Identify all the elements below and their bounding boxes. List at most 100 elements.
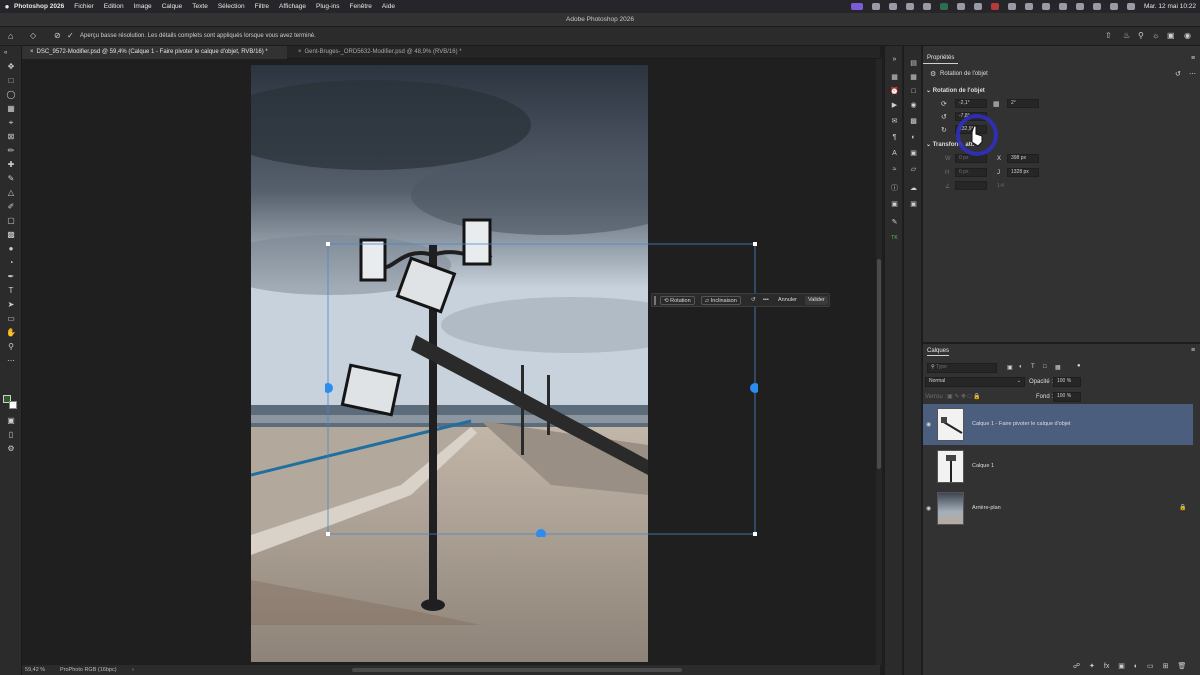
filter-toggle-icon[interactable]: ● <box>1077 363 1081 369</box>
search-icon[interactable]: ⚲ <box>1138 31 1144 40</box>
paragraph-icon[interactable]: ¶ <box>890 134 899 142</box>
menu-filtre[interactable]: Filtre <box>255 3 269 10</box>
visibility-eye-icon[interactable]: ◉ <box>926 505 931 512</box>
commit-check-icon[interactable]: ✓ <box>67 31 74 40</box>
filter-adjust-icon[interactable]: ◐ <box>1019 364 1023 370</box>
crop-tool-icon[interactable]: ⌖ <box>5 118 17 128</box>
edit-toolbar-icon[interactable]: ⚙ <box>5 444 17 454</box>
tray-icon-1[interactable] <box>871 3 880 10</box>
clock[interactable]: Mar. 12 mai 10:22 <box>1144 3 1196 10</box>
add-mask-icon[interactable]: ▣ <box>1118 663 1125 670</box>
history-icon[interactable]: ⏰ <box>890 88 899 96</box>
comments-icon[interactable]: ✉ <box>890 118 899 126</box>
strip-collapse-icon[interactable]: » <box>890 56 899 64</box>
adjustment-layer-icon[interactable]: ◐ <box>1134 663 1138 670</box>
toolbar-collapse-icon[interactable]: « <box>4 50 7 56</box>
menu-selection[interactable]: Sélection <box>218 3 245 10</box>
menu-fenetre[interactable]: Fenêtre <box>350 3 372 10</box>
filter-smart-icon[interactable]: ▦ <box>1055 364 1061 371</box>
filter-pixel-icon[interactable]: ▣ <box>1007 364 1013 371</box>
info-icon[interactable]: ⓘ <box>890 185 899 193</box>
paths-icon[interactable]: ▱ <box>909 166 918 174</box>
tool-preset-icon[interactable]: ◇ <box>30 31 36 40</box>
zoom-level[interactable]: 59,42 % <box>25 665 45 675</box>
history-brush-tool-icon[interactable]: ✐ <box>5 202 17 212</box>
background-color-swatch[interactable] <box>9 401 17 409</box>
angle-field[interactable] <box>955 181 987 190</box>
tray-icon-11[interactable] <box>1041 3 1050 10</box>
screen-share-icon[interactable] <box>850 3 863 10</box>
tray-icon-7[interactable] <box>973 3 982 10</box>
spotlight-icon[interactable] <box>1109 3 1118 10</box>
rotation-field-1[interactable]: -2,1° <box>955 99 987 108</box>
brush-tool-icon[interactable]: ✎ <box>5 174 17 184</box>
transform-bounding-box[interactable] <box>325 241 758 537</box>
blur-tool-icon[interactable]: ● <box>5 244 17 254</box>
eyedropper-tool-icon[interactable]: ✏ <box>5 146 17 156</box>
tab-dsc-9572[interactable]: × DSC_9572-Modifier.psd @ 59,4% (Calque 1… <box>22 46 287 59</box>
gradient-tool-icon[interactable]: ▩ <box>5 230 17 240</box>
menu-texte[interactable]: Texte <box>192 3 208 10</box>
lock-icons[interactable]: ▣ ✎ ✥ □ 🔒 <box>947 393 981 400</box>
panel-menu-icon[interactable]: ≡ <box>1191 55 1195 62</box>
app-menu[interactable]: Photoshop 2026 <box>14 3 64 10</box>
ai-generate-icon[interactable]: ✦ <box>1089 663 1095 670</box>
close-tab-icon[interactable]: × <box>30 49 34 55</box>
zoom-tool-icon[interactable]: ⚲ <box>5 342 17 352</box>
tab-gent-bruges[interactable]: × Gent-Bruges-_ORD5632-Modifier.psd @ 48,… <box>290 46 500 59</box>
battery-icon[interactable] <box>1075 3 1084 10</box>
status-arrow-icon[interactable]: › <box>132 665 134 675</box>
type-tool-icon[interactable]: T <box>5 286 17 296</box>
more-options-icon[interactable]: ••• <box>760 296 772 305</box>
annuler-button[interactable]: Annuler <box>775 296 800 305</box>
tray-icon-2[interactable] <box>888 3 897 10</box>
lasso-tool-icon[interactable]: ◯ <box>5 90 17 100</box>
brushes-icon[interactable]: ≈ <box>890 166 899 174</box>
clone-stamp-tool-icon[interactable]: △ <box>5 188 17 198</box>
canvas-vertical-scrollbar[interactable] <box>876 59 882 665</box>
fill-field[interactable]: 100 % <box>1053 392 1081 402</box>
tray-icon-5[interactable] <box>939 3 948 10</box>
menu-plugins[interactable]: Plug-ins <box>316 3 339 10</box>
blend-mode-select[interactable]: Normal ⌄ <box>925 377 1025 387</box>
layers-menu-icon[interactable]: ≡ <box>1191 347 1195 354</box>
tray-icon-9[interactable] <box>1007 3 1016 10</box>
swatches-icon[interactable]: ▦ <box>909 74 918 82</box>
menu-edition[interactable]: Edition <box>104 3 124 10</box>
character-icon[interactable]: A <box>890 150 899 158</box>
adjust-icon[interactable]: ◐ <box>909 134 918 142</box>
filter-type-icon[interactable]: T <box>1031 364 1035 370</box>
rotation-button[interactable]: ⟲ Rotation <box>660 296 695 305</box>
layer-row-arriere-plan[interactable]: ◉ Arrière-plan 🔒 <box>923 488 1193 529</box>
dodge-tool-icon[interactable]: ◔ <box>5 258 17 268</box>
rotation-field-2[interactable]: 2° <box>1007 99 1039 108</box>
notes-icon[interactable]: ✎ <box>890 219 899 227</box>
move-tool-icon[interactable]: ✥ <box>5 62 17 72</box>
glyphs-icon[interactable]: ▣ <box>909 201 918 209</box>
tray-icon-10[interactable] <box>1024 3 1033 10</box>
apple-menu-icon[interactable]: ● <box>0 2 14 11</box>
wifi-icon[interactable] <box>1092 3 1101 10</box>
x-field[interactable]: 398 px <box>1007 154 1039 163</box>
workspace-icon[interactable]: ▣ <box>1167 31 1175 40</box>
eraser-tool-icon[interactable]: ▢ <box>5 216 17 226</box>
reset-icon[interactable]: ↺ <box>748 296 759 305</box>
lock-icon[interactable]: 🔒 <box>1179 504 1186 511</box>
more-tools-icon[interactable]: ⋯ <box>5 356 17 366</box>
adjustments-icon[interactable]: ▦ <box>890 74 899 82</box>
drag-handle-icon[interactable] <box>654 296 656 305</box>
menu-image[interactable]: Image <box>134 3 152 10</box>
actions-icon[interactable]: ▶ <box>890 102 899 110</box>
home-icon[interactable]: ⌂ <box>8 31 13 41</box>
layers-title[interactable]: Calques <box>927 348 950 356</box>
libraries-icon[interactable]: ▣ <box>890 201 899 209</box>
filter-shape-icon[interactable]: □ <box>1043 364 1047 370</box>
tab-proprietes[interactable]: Propriétés <box>923 53 959 64</box>
gradients-icon[interactable]: □ <box>909 88 918 96</box>
notification-bell-icon[interactable]: ♨ <box>1123 31 1130 40</box>
scrollbar-thumb[interactable] <box>877 259 881 469</box>
marquee-tool-icon[interactable]: □ <box>5 76 17 86</box>
tray-icon-8[interactable] <box>990 3 999 10</box>
tray-icon-12[interactable] <box>1058 3 1067 10</box>
plugin-tk-icon[interactable]: TK <box>890 234 899 242</box>
